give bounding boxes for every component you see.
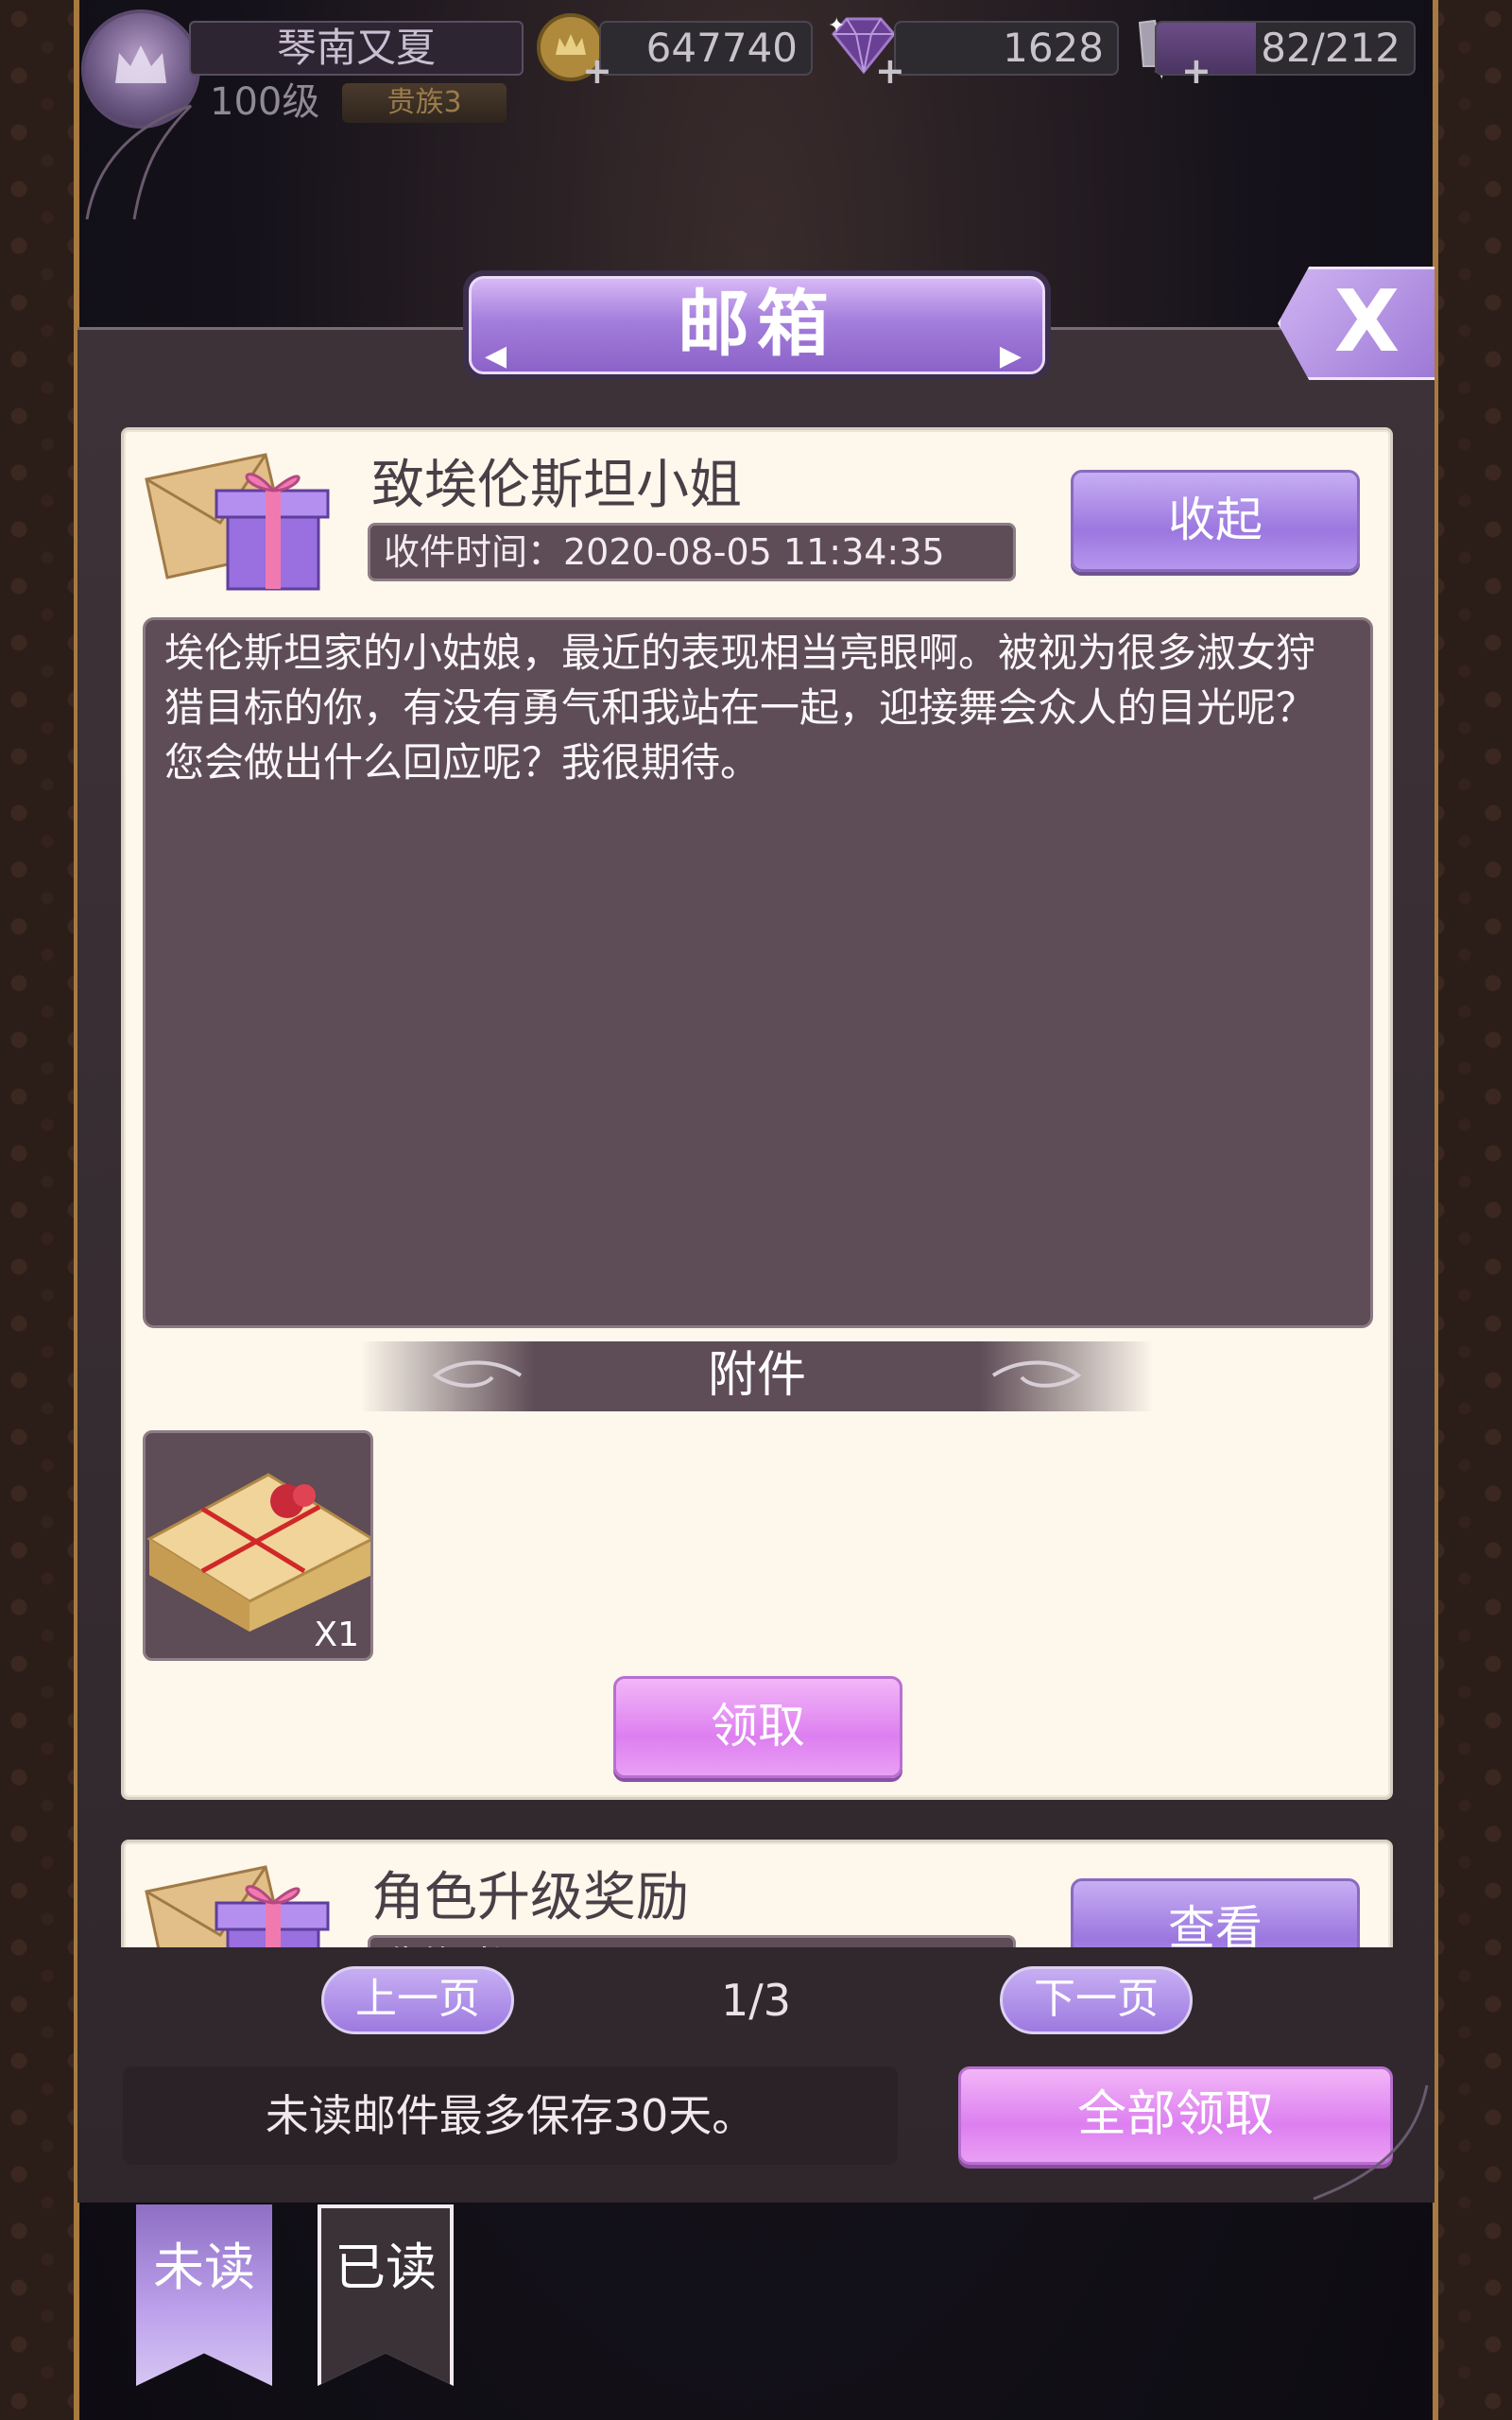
mailbox-title: ◀ 邮箱 ▶ <box>469 276 1045 374</box>
flourish-right-icon <box>991 1360 1082 1388</box>
mail-title: 角色升级奖励 <box>371 1867 689 1928</box>
mail-list[interactable]: 致埃伦斯坦小姐 收件时间：2020-08-05 11:34:35 收起 埃伦斯坦… <box>121 427 1393 1947</box>
attachment-header-text: 附件 <box>707 1347 806 1404</box>
noble-rank-badge: 贵族3 <box>342 83 507 123</box>
mail-received-time: 收件时间：2020-08-05 09:30:00 <box>368 1935 1016 1947</box>
diamond-add-button[interactable]: + <box>875 53 905 89</box>
collapse-button[interactable]: 收起 <box>1071 470 1360 572</box>
mail-received-time: 收件时间：2020-08-05 11:34:35 <box>368 523 1016 581</box>
gold-counter: 647740 <box>599 21 813 76</box>
attachment-quantity: X1 <box>314 1616 359 1654</box>
svg-text:✦: ✦ <box>828 14 845 38</box>
close-button[interactable]: X <box>1278 267 1435 380</box>
mail-item[interactable]: 角色升级奖励 收件时间：2020-08-05 09:30:00 查看 <box>121 1840 1393 1947</box>
gold-add-button[interactable]: + <box>582 53 612 89</box>
mail-title: 致埃伦斯坦小姐 <box>371 455 742 516</box>
crown-icon <box>115 45 166 83</box>
page-indicator: 1/3 <box>720 1975 792 2026</box>
claim-button[interactable]: 领取 <box>613 1676 902 1778</box>
tab-unread-label: 未读 <box>153 2238 255 2297</box>
retention-notice: 未读邮件最多保存30天。 <box>123 2066 898 2165</box>
frame-ornament-icon <box>85 104 193 220</box>
gift-mail-icon <box>145 1865 330 1947</box>
banner-left-arrow-icon: ◀ <box>485 339 515 372</box>
stamina-value: 82/212 <box>1261 25 1400 71</box>
stamina-add-button[interactable]: + <box>1181 53 1211 89</box>
mail-item-expanded: 致埃伦斯坦小姐 收件时间：2020-08-05 11:34:35 收起 埃伦斯坦… <box>121 427 1393 1800</box>
mailbox-title-text: 邮箱 <box>678 282 836 366</box>
attachment-header: 附件 <box>360 1341 1154 1411</box>
flourish-left-icon <box>432 1360 523 1388</box>
mail-body: 埃伦斯坦家的小姑娘，最近的表现相当亮眼啊。被视为很多淑女狩猎目标的你，有没有勇气… <box>143 617 1373 1328</box>
tab-read-label: 已读 <box>335 2238 437 2297</box>
attachment-item[interactable]: X1 <box>143 1430 373 1661</box>
diamond-counter: 1628 <box>894 21 1119 76</box>
gift-mail-icon <box>145 453 330 591</box>
view-button[interactable]: 查看 <box>1071 1878 1360 1947</box>
prev-page-button[interactable]: 上一页 <box>321 1966 514 2034</box>
next-page-button[interactable]: 下一页 <box>1000 1966 1193 2034</box>
frame-ornament-icon <box>1313 2084 1429 2201</box>
banner-right-arrow-icon: ▶ <box>999 339 1029 372</box>
player-name: 琴南又夏 <box>189 21 524 76</box>
